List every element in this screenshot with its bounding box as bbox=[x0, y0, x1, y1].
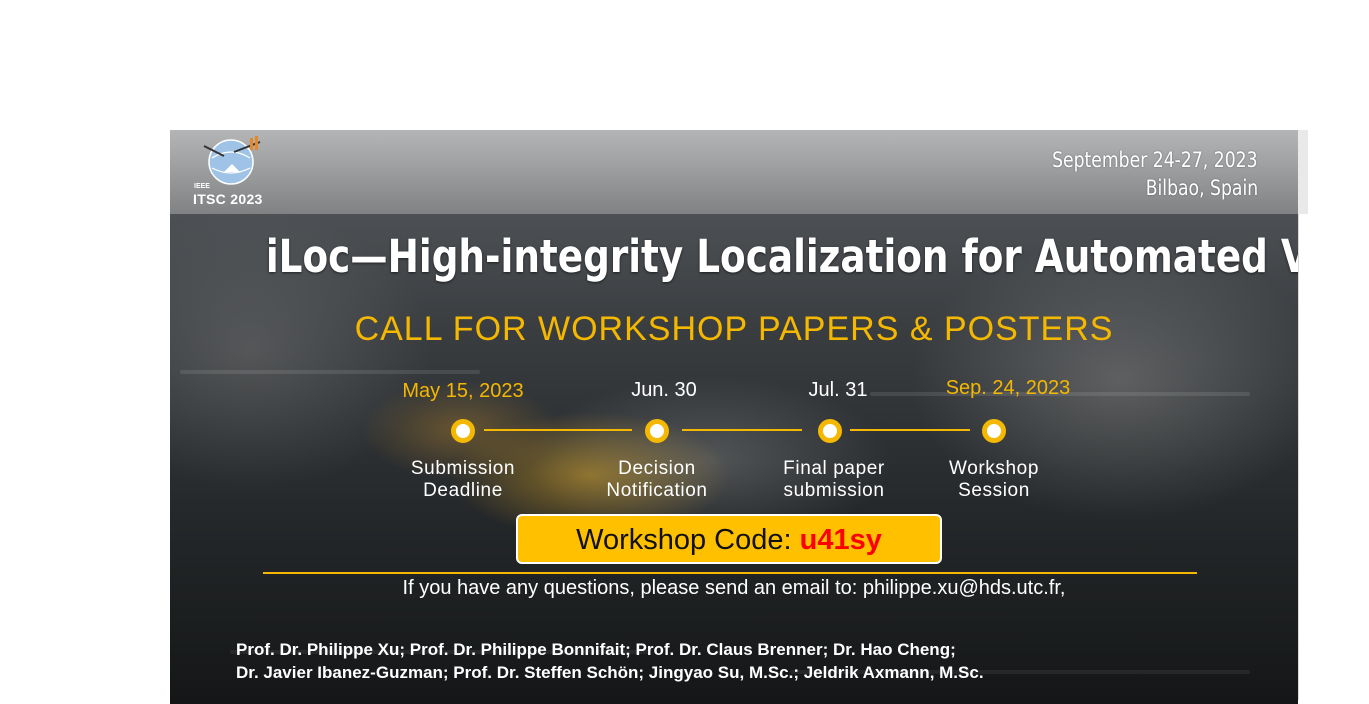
workshop-title: iLoc—High-integrity Localization for Aut… bbox=[265, 230, 1298, 283]
timeline-connector bbox=[484, 429, 632, 431]
timeline-label-line: Workshop bbox=[949, 458, 1039, 479]
workshop-code-box: Workshop Code: u41sy bbox=[516, 514, 942, 564]
timeline-label: Decision Notification bbox=[557, 458, 757, 502]
organizers-line: Dr. Javier Ibanez-Guzman; Prof. Dr. Stef… bbox=[236, 663, 984, 682]
timeline-date: May 15, 2023 bbox=[402, 380, 524, 402]
timeline-label-line: Session bbox=[958, 480, 1030, 501]
header-band bbox=[170, 130, 1298, 214]
timeline-label-line: Notification bbox=[606, 480, 708, 501]
timeline-connector bbox=[850, 429, 970, 431]
blur-streak bbox=[180, 370, 480, 374]
timeline-label-line: Deadline bbox=[423, 480, 503, 501]
timeline-date: Jun. 30 bbox=[631, 379, 697, 401]
timeline-label-line: Decision bbox=[618, 458, 696, 479]
timeline-marker bbox=[451, 419, 475, 443]
logo-ieee-text: IEEE bbox=[194, 183, 210, 190]
workshop-poster: IEEE ITSC 2023 September 24-27, 2023 Bil… bbox=[170, 130, 1298, 704]
timeline-marker bbox=[818, 419, 842, 443]
conference-location: Bilbao, Spain bbox=[1145, 176, 1258, 200]
organizers-line: Prof. Dr. Philippe Xu; Prof. Dr. Philipp… bbox=[236, 640, 956, 659]
timeline-marker bbox=[645, 419, 669, 443]
call-for-papers-heading: CALL FOR WORKSHOP PAPERS & POSTERS bbox=[354, 310, 1114, 348]
timeline-date: Sep. 24, 2023 bbox=[945, 377, 1071, 399]
logo-itsc-text: ITSC 2023 bbox=[193, 191, 263, 207]
timeline-label: Workshop Session bbox=[894, 458, 1094, 502]
timeline-label: Submission Deadline bbox=[363, 458, 563, 502]
timeline-marker bbox=[982, 419, 1006, 443]
timeline-connector bbox=[682, 429, 802, 431]
contact-email-line: If you have any questions, please send a… bbox=[402, 577, 1066, 599]
poster-frame-edge bbox=[1298, 130, 1308, 214]
workshop-code-value: u41sy bbox=[799, 524, 882, 556]
conference-date: September 24-27, 2023 bbox=[1052, 148, 1258, 172]
timeline-label-line: Submission bbox=[410, 458, 516, 479]
workshop-code-label: Workshop Code: bbox=[576, 524, 800, 556]
divider bbox=[263, 572, 1197, 574]
